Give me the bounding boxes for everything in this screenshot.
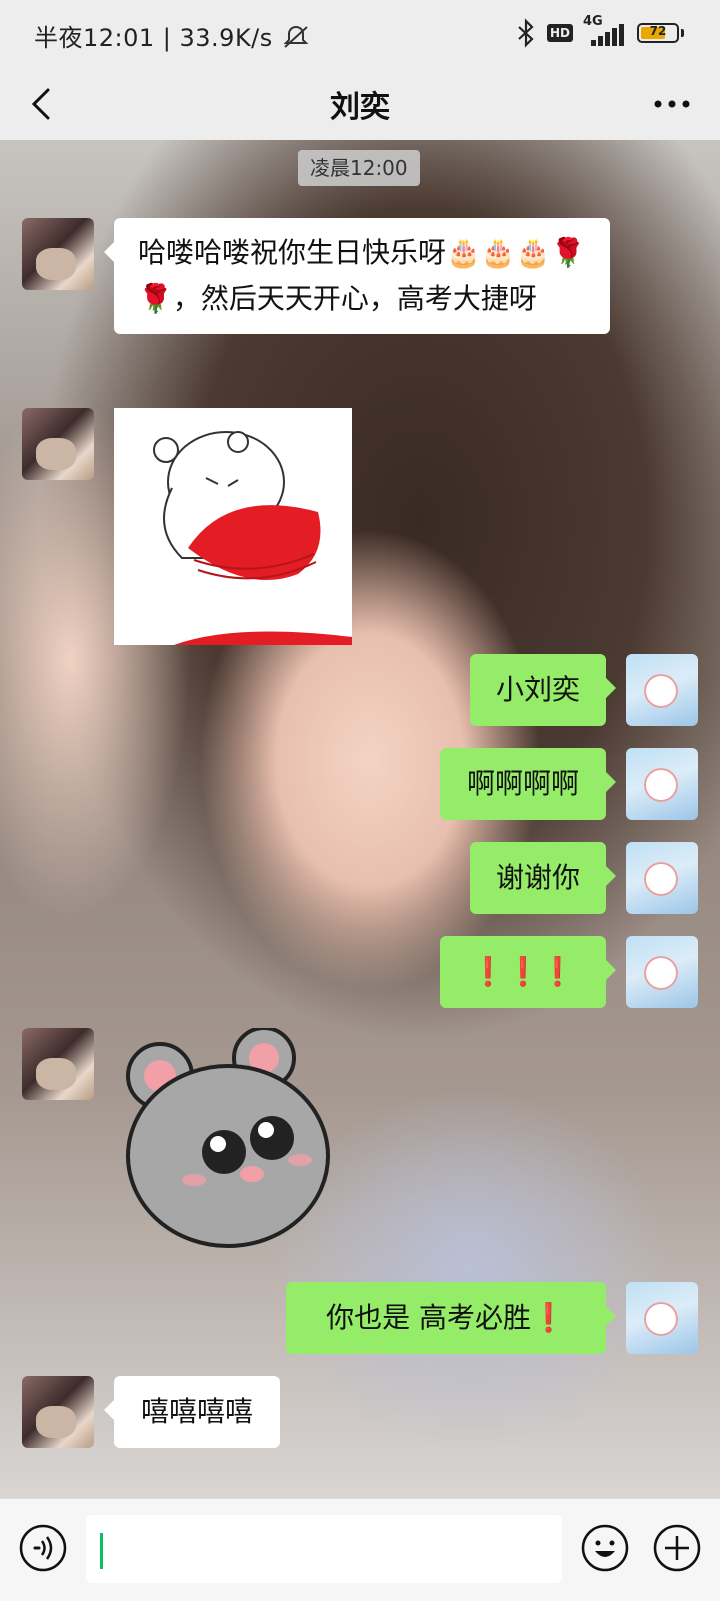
message-text: 嘻嘻嘻嘻 bbox=[140, 1395, 253, 1428]
emoji-icon[interactable] bbox=[580, 1523, 630, 1573]
contact-avatar[interactable] bbox=[22, 218, 94, 290]
message-text: 啊啊啊啊 bbox=[466, 767, 579, 800]
my-avatar[interactable] bbox=[626, 936, 698, 1008]
message-bubble[interactable]: 你也是 高考必胜❗ bbox=[286, 1282, 616, 1354]
text-caret bbox=[100, 1533, 103, 1569]
message-text: ❗❗❗ bbox=[470, 955, 576, 988]
message-bubble[interactable]: 谢谢你 bbox=[470, 842, 616, 914]
voice-icon[interactable] bbox=[18, 1523, 68, 1573]
my-avatar[interactable] bbox=[626, 1282, 698, 1354]
title-bar: 刘奕 bbox=[0, 68, 720, 140]
contact-avatar[interactable] bbox=[22, 1376, 94, 1448]
message-bubble[interactable]: 哈喽哈喽祝你生日快乐呀🎂🎂🎂🌹🌹，然后天天开心，高考大捷呀 bbox=[104, 218, 610, 334]
hd-badge: HD bbox=[546, 24, 573, 42]
message-bubble[interactable]: 小刘奕 bbox=[470, 654, 616, 726]
mute-icon bbox=[283, 25, 309, 48]
status-time-speed: 半夜12:01 | 33.9K/s bbox=[34, 24, 273, 52]
chat-area[interactable]: 凌晨12:00 哈喽哈喽祝你生日快乐呀🎂🎂🎂🌹🌹，然后天天开心，高考大捷呀 小刘… bbox=[0, 140, 720, 1498]
sticker-mouse[interactable] bbox=[124, 1026, 340, 1258]
plus-icon[interactable] bbox=[652, 1523, 702, 1573]
status-bar: 半夜12:01 | 33.9K/s HD 4G 72 bbox=[0, 0, 720, 68]
battery-icon: 72 bbox=[637, 23, 679, 43]
message-bubble[interactable]: ❗❗❗ bbox=[440, 936, 616, 1008]
input-bar bbox=[0, 1498, 720, 1601]
signal-bars bbox=[591, 24, 624, 46]
chat-timestamp: 凌晨12:00 bbox=[298, 150, 420, 186]
status-right: HD 4G 72 bbox=[515, 14, 684, 50]
message-text: 你也是 高考必胜❗ bbox=[326, 1301, 566, 1334]
chat-title: 刘奕 bbox=[330, 90, 390, 125]
my-avatar[interactable] bbox=[626, 842, 698, 914]
mouse-sticker-icon bbox=[126, 1026, 330, 1248]
bear-hearts-icon bbox=[153, 431, 352, 645]
contact-avatar[interactable] bbox=[22, 408, 94, 480]
status-left: 半夜12:01 | 33.9K/s bbox=[34, 18, 311, 53]
signal-icon: 4G bbox=[583, 14, 627, 48]
battery-tip bbox=[681, 29, 684, 37]
my-avatar[interactable] bbox=[626, 748, 698, 820]
message-input[interactable] bbox=[86, 1515, 562, 1583]
contact-avatar[interactable] bbox=[22, 1028, 94, 1100]
sticker-bear-hearts[interactable] bbox=[114, 408, 352, 645]
message-text: 小刘奕 bbox=[495, 673, 580, 706]
more-icon[interactable] bbox=[650, 86, 694, 122]
bluetooth-icon bbox=[518, 18, 534, 48]
message-text: 哈喽哈喽祝你生日快乐呀🎂🎂🎂🌹🌹，然后天天开心，高考大捷呀 bbox=[138, 236, 586, 315]
my-avatar[interactable] bbox=[626, 654, 698, 726]
message-text: 谢谢你 bbox=[495, 861, 580, 894]
battery-level: 72 bbox=[649, 24, 667, 38]
message-bubble[interactable]: 嘻嘻嘻嘻 bbox=[104, 1376, 280, 1448]
message-bubble[interactable]: 啊啊啊啊 bbox=[440, 748, 616, 820]
